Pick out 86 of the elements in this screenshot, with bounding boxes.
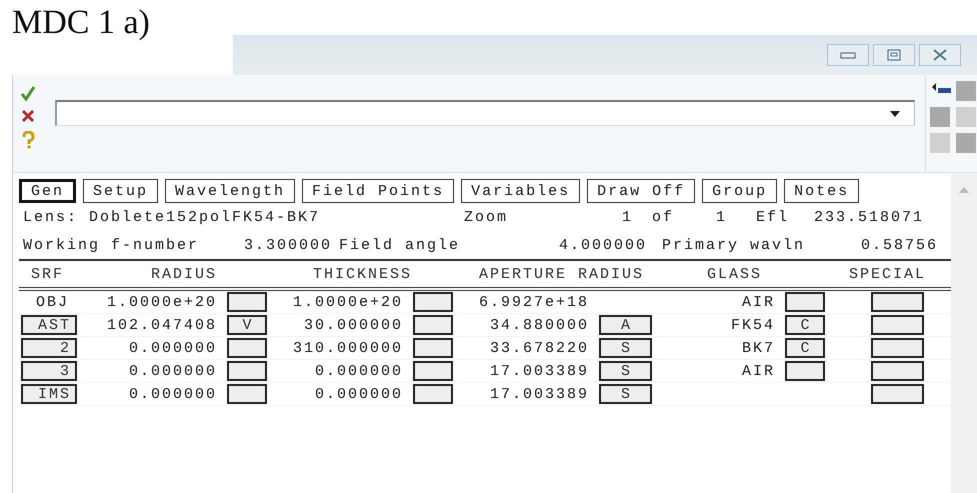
solve-box[interactable]: S — [599, 338, 652, 358]
surface-button[interactable]: 2 — [21, 338, 77, 358]
tab[interactable]: Draw Off — [587, 179, 696, 203]
table-cell: AIR — [742, 294, 775, 310]
info-text: 1 — [716, 208, 728, 226]
tab[interactable]: Group — [702, 179, 778, 203]
special-box[interactable] — [871, 338, 924, 358]
solve-box[interactable]: V — [227, 315, 267, 335]
table-cell-text: 310.000000 — [292, 340, 404, 356]
solve-box[interactable]: S — [599, 384, 652, 404]
table-cell: AIR — [742, 362, 775, 380]
tab[interactable]: Gen — [19, 179, 76, 203]
table-cell-text: 0.000000 — [314, 362, 404, 380]
minimize-button[interactable] — [827, 44, 869, 66]
close-icon — [932, 48, 948, 62]
table-cell: BK7 — [742, 340, 775, 356]
solve-box[interactable] — [413, 384, 453, 404]
info-text: of — [652, 208, 676, 226]
surface-label: OBJ — [34, 294, 70, 310]
table-cell-text: 17.003389 — [488, 362, 590, 380]
info-text: Zoom — [464, 208, 510, 226]
solve-box[interactable] — [227, 338, 267, 358]
special-box[interactable] — [871, 361, 924, 381]
scrollbar[interactable] — [951, 173, 977, 493]
info-text: Field angle — [339, 236, 462, 254]
maximize-icon — [887, 49, 901, 61]
solve-box[interactable] — [413, 338, 453, 358]
column-header: RADIUS — [151, 266, 218, 282]
checkmark-icon[interactable] — [20, 85, 36, 101]
tab[interactable]: Variables — [461, 179, 580, 203]
tab[interactable]: Notes — [784, 179, 860, 203]
surface-button[interactable]: AST — [21, 315, 77, 335]
column-header: GLASS — [707, 266, 764, 282]
column-header: APERTURE RADIUS — [479, 266, 646, 282]
table-cell-text: 0.000000 — [128, 340, 218, 356]
surface-button[interactable]: 3 — [21, 361, 77, 381]
table-cell: FK54 — [730, 316, 775, 334]
special-box[interactable] — [871, 292, 924, 312]
solve-box[interactable] — [785, 361, 825, 381]
surface-button[interactable]: IMS — [21, 384, 77, 404]
solve-box[interactable] — [413, 361, 453, 381]
solve-box[interactable]: C — [785, 338, 825, 358]
solve-box[interactable]: A — [599, 315, 652, 335]
info-text: Lens: Doblete152polFK54-BK7 — [23, 208, 322, 226]
solve-box[interactable] — [227, 361, 267, 381]
table-cell-text: 33.678220 — [488, 340, 590, 356]
figure-caption: MDC 1 a) — [12, 4, 150, 41]
table-cell-text: 30.000000 — [302, 316, 404, 334]
solve-box[interactable]: C — [785, 315, 825, 335]
table-cell-text: 102.047408 — [106, 316, 218, 334]
table-cell-text: 34.880000 — [488, 316, 590, 334]
column-header: SRF — [30, 266, 66, 282]
info-text: 0.58756 — [861, 236, 940, 254]
table-cell-text: 1.0000e+20 — [292, 294, 404, 310]
info-text: 1 — [622, 208, 634, 226]
info-text: Efl — [756, 208, 790, 226]
info-text: 3.300000 — [244, 236, 334, 254]
tab[interactable]: Field Points — [302, 179, 454, 203]
solve-box[interactable] — [785, 292, 825, 312]
tab[interactable]: Wavelength — [165, 179, 296, 203]
special-box[interactable] — [871, 384, 924, 404]
solve-box[interactable] — [413, 315, 453, 335]
info-text: 233.518071 — [814, 208, 926, 226]
table-cell-text: 17.003389 — [488, 386, 590, 402]
special-box[interactable] — [871, 315, 924, 335]
close-button[interactable] — [919, 44, 961, 66]
close-icon[interactable] — [21, 109, 35, 123]
maximize-button[interactable] — [873, 44, 915, 66]
solve-box[interactable] — [227, 292, 267, 312]
info-text: 4.000000 — [559, 236, 648, 254]
info-text: Primary wavln — [662, 236, 806, 254]
column-header: SPECIAL — [849, 266, 928, 282]
table-cell-text: 1.0000e+20 — [106, 294, 218, 310]
command-combo-box[interactable] — [55, 100, 915, 126]
column-header: THICKNESS — [313, 266, 414, 282]
table-cell-text: 0.000000 — [128, 362, 218, 380]
dropdown-arrow-icon — [890, 110, 900, 116]
solve-box[interactable] — [227, 384, 267, 404]
table-cell-text: 6.9927e+18 — [478, 294, 590, 310]
solve-box[interactable] — [413, 292, 453, 312]
table-cell-text: 0.000000 — [128, 386, 218, 402]
minimize-icon — [840, 51, 856, 59]
solve-box[interactable]: S — [599, 361, 652, 381]
table-cell-text: 0.000000 — [314, 386, 404, 402]
tab[interactable]: Setup — [83, 179, 158, 203]
info-text: Working f-number — [23, 236, 200, 254]
